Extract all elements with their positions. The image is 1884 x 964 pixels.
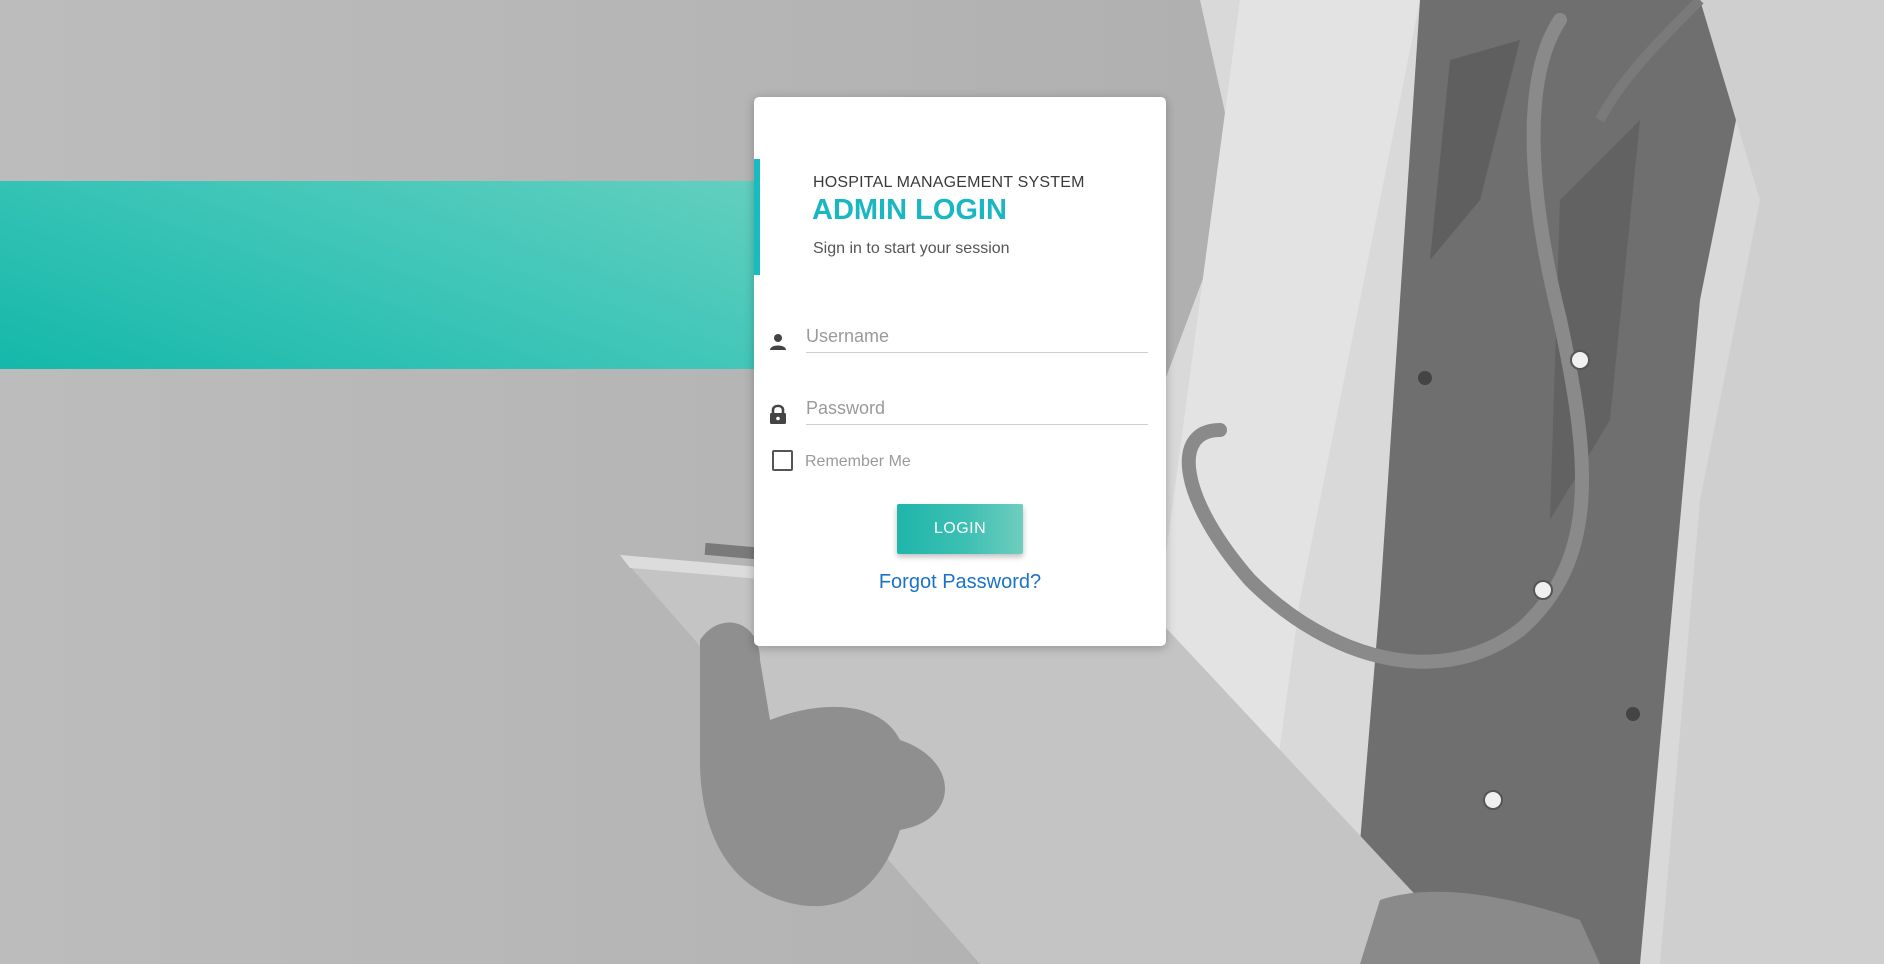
login-page: HOSPITAL MANAGEMENT SYSTEM ADMIN LOGIN S… [0, 0, 1884, 964]
header-accent-bar [754, 159, 760, 275]
login-button[interactable]: LOGIN [897, 504, 1023, 554]
username-field [754, 311, 1166, 361]
page-title: ADMIN LOGIN [812, 194, 1007, 226]
login-card: HOSPITAL MANAGEMENT SYSTEM ADMIN LOGIN S… [754, 97, 1166, 646]
login-header: HOSPITAL MANAGEMENT SYSTEM ADMIN LOGIN S… [754, 159, 1166, 275]
username-input[interactable] [806, 311, 1148, 353]
password-field [754, 383, 1166, 433]
system-name: HOSPITAL MANAGEMENT SYSTEM [813, 174, 1085, 191]
remember-me-label[interactable]: Remember Me [805, 453, 911, 471]
lock-icon [770, 404, 786, 424]
remember-me-checkbox[interactable] [772, 450, 793, 471]
session-text: Sign in to start your session [813, 240, 1010, 257]
forgot-password-link[interactable]: Forgot Password? [754, 571, 1166, 594]
password-input[interactable] [806, 383, 1148, 425]
person-icon [770, 334, 786, 350]
teal-accent-band [0, 181, 754, 369]
